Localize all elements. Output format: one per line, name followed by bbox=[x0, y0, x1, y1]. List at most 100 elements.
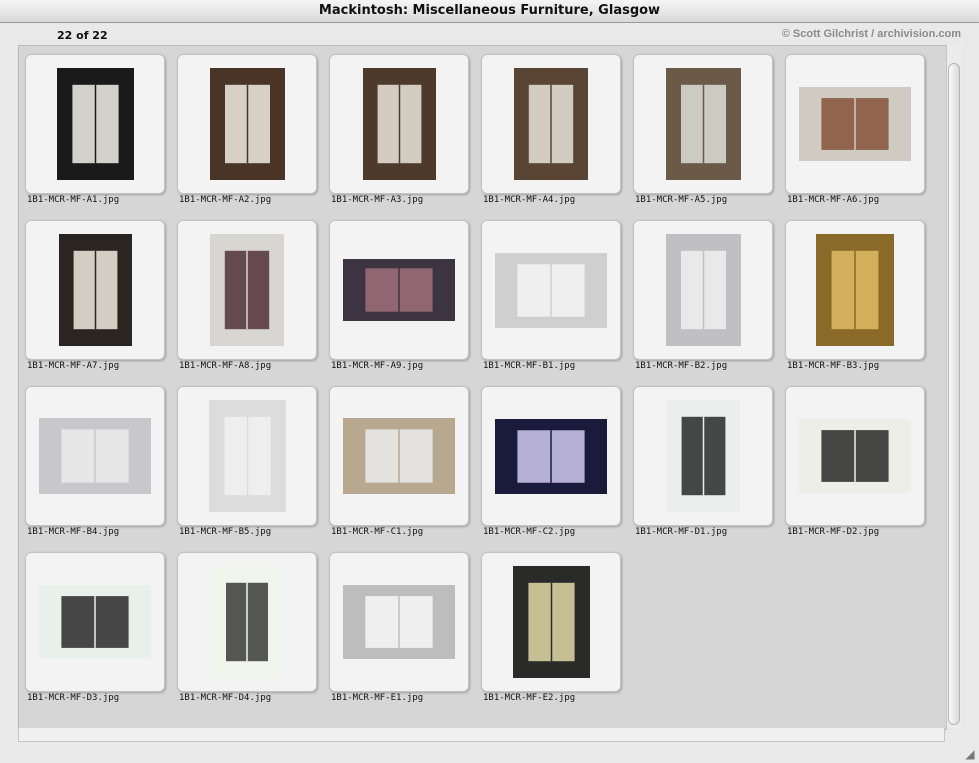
thumbnail-image[interactable] bbox=[39, 585, 151, 659]
thumbnail-filename[interactable]: 1B1-MCR-MF-B1.jpg bbox=[483, 361, 575, 371]
thumbnail-image[interactable] bbox=[495, 418, 607, 494]
thumbnail-image[interactable] bbox=[39, 418, 151, 494]
thumbnail-cell[interactable]: 1B1-MCR-MF-A1.jpg bbox=[19, 46, 165, 205]
thumbnail-cell[interactable]: 1B1-MCR-MF-B4.jpg bbox=[19, 378, 165, 537]
thumbnail-image[interactable] bbox=[212, 566, 282, 678]
thumbnail-image[interactable] bbox=[799, 419, 911, 493]
thumbnail-cell[interactable]: 1B1-MCR-MF-A3.jpg bbox=[323, 46, 469, 205]
thumbnail-image[interactable] bbox=[343, 259, 455, 321]
thumbnail-filename[interactable]: 1B1-MCR-MF-D3.jpg bbox=[27, 693, 119, 703]
thumbnail-cell[interactable]: 1B1-MCR-MF-B1.jpg bbox=[475, 212, 621, 371]
thumbnail-filename[interactable]: 1B1-MCR-MF-A7.jpg bbox=[27, 361, 119, 371]
thumbnail-cell[interactable]: 1B1-MCR-MF-B3.jpg bbox=[779, 212, 925, 371]
thumbnail-cell[interactable]: 1B1-MCR-MF-A4.jpg bbox=[475, 46, 621, 205]
thumbnail-filename[interactable]: 1B1-MCR-MF-B5.jpg bbox=[179, 527, 271, 537]
thumbnail-cell[interactable]: 1B1-MCR-MF-A8.jpg bbox=[171, 212, 317, 371]
thumbnail-image[interactable] bbox=[343, 585, 455, 659]
thumbnail-frame[interactable] bbox=[177, 54, 317, 194]
thumbnail-frame[interactable] bbox=[785, 220, 925, 360]
thumbnail-grid: 1B1-MCR-MF-A1.jpg 1B1-MCR-MF-A2.jpg 1B1-MC… bbox=[18, 45, 947, 730]
thumbnail-filename[interactable]: 1B1-MCR-MF-E2.jpg bbox=[483, 693, 575, 703]
thumbnail-frame[interactable] bbox=[177, 220, 317, 360]
thumbnail-frame[interactable] bbox=[785, 54, 925, 194]
thumbnail-image[interactable] bbox=[512, 566, 590, 678]
thumbnail-frame[interactable] bbox=[633, 386, 773, 526]
thumbnail-frame[interactable] bbox=[481, 386, 621, 526]
thumbnail-frame[interactable] bbox=[481, 552, 621, 692]
thumbnail-frame[interactable] bbox=[329, 386, 469, 526]
thumbnail-frame[interactable] bbox=[481, 220, 621, 360]
thumbnail-filename[interactable]: 1B1-MCR-MF-A5.jpg bbox=[635, 195, 727, 205]
thumbnail-cell[interactable]: 1B1-MCR-MF-A5.jpg bbox=[627, 46, 773, 205]
scrollbar-thumb[interactable] bbox=[948, 63, 960, 725]
thumbnail-frame[interactable] bbox=[785, 386, 925, 526]
thumbnail-cell[interactable]: 1B1-MCR-MF-A7.jpg bbox=[19, 212, 165, 371]
thumbnail-image[interactable] bbox=[665, 68, 741, 180]
thumbnail-image[interactable] bbox=[816, 234, 894, 346]
thumbnail-cell[interactable]: 1B1-MCR-MF-C1.jpg bbox=[323, 378, 469, 537]
thumbnail-cell[interactable]: 1B1-MCR-MF-D4.jpg bbox=[171, 544, 317, 703]
thumbnail-artwork bbox=[61, 429, 129, 483]
thumbnail-frame[interactable] bbox=[25, 386, 165, 526]
thumbnail-cell[interactable]: 1B1-MCR-MF-D2.jpg bbox=[779, 378, 925, 537]
toolbar: 22 of 22 © Scott Gilchrist / archivision… bbox=[0, 23, 979, 45]
thumbnail-frame[interactable] bbox=[329, 220, 469, 360]
thumbnail-cell[interactable]: 1B1-MCR-MF-A6.jpg bbox=[779, 46, 925, 205]
thumbnail-frame[interactable] bbox=[177, 386, 317, 526]
thumbnail-image[interactable] bbox=[799, 87, 911, 161]
thumbnail-image[interactable] bbox=[362, 68, 436, 180]
thumbnail-image[interactable] bbox=[343, 418, 455, 494]
thumbnail-image[interactable] bbox=[210, 234, 284, 346]
thumbnail-cell[interactable]: 1B1-MCR-MF-B5.jpg bbox=[171, 378, 317, 537]
thumbnail-image[interactable] bbox=[495, 252, 607, 328]
thumbnail-cell[interactable]: 1B1-MCR-MF-E1.jpg bbox=[323, 544, 469, 703]
thumbnail-image[interactable] bbox=[514, 68, 588, 180]
thumbnail-artwork bbox=[527, 582, 575, 662]
thumbnail-filename[interactable]: 1B1-MCR-MF-D2.jpg bbox=[787, 527, 879, 537]
vertical-scrollbar[interactable] bbox=[946, 45, 961, 728]
thumbnail-filename[interactable]: 1B1-MCR-MF-C2.jpg bbox=[483, 527, 575, 537]
thumbnail-image[interactable] bbox=[56, 68, 134, 180]
thumbnail-filename[interactable]: 1B1-MCR-MF-D1.jpg bbox=[635, 527, 727, 537]
horizontal-scrollbar[interactable] bbox=[18, 728, 945, 742]
thumbnail-frame[interactable] bbox=[25, 54, 165, 194]
thumbnail-image[interactable] bbox=[58, 234, 132, 346]
thumbnail-filename[interactable]: 1B1-MCR-MF-A8.jpg bbox=[179, 361, 271, 371]
thumbnail-frame[interactable] bbox=[329, 54, 469, 194]
thumbnail-cell[interactable]: 1B1-MCR-MF-A2.jpg bbox=[171, 46, 317, 205]
thumbnail-cell[interactable]: 1B1-MCR-MF-E2.jpg bbox=[475, 544, 621, 703]
thumbnail-frame[interactable] bbox=[177, 552, 317, 692]
resize-grip-icon[interactable]: ◢ bbox=[963, 747, 977, 761]
thumbnail-filename[interactable]: 1B1-MCR-MF-C1.jpg bbox=[331, 527, 423, 537]
thumbnail-image[interactable] bbox=[208, 400, 286, 512]
thumbnail-frame[interactable] bbox=[633, 220, 773, 360]
thumbnail-frame[interactable] bbox=[633, 54, 773, 194]
thumbnail-artwork bbox=[680, 250, 726, 330]
thumbnail-frame[interactable] bbox=[481, 54, 621, 194]
thumbnail-filename[interactable]: 1B1-MCR-MF-A1.jpg bbox=[27, 195, 119, 205]
thumbnail-cell[interactable]: 1B1-MCR-MF-C2.jpg bbox=[475, 378, 621, 537]
thumbnail-filename[interactable]: 1B1-MCR-MF-A9.jpg bbox=[331, 361, 423, 371]
thumbnail-cell[interactable]: 1B1-MCR-MF-B2.jpg bbox=[627, 212, 773, 371]
thumbnail-cell[interactable]: 1B1-MCR-MF-D1.jpg bbox=[627, 378, 773, 537]
thumbnail-filename[interactable]: 1B1-MCR-MF-A6.jpg bbox=[787, 195, 879, 205]
thumbnail-frame[interactable] bbox=[25, 552, 165, 692]
thumbnail-filename[interactable]: 1B1-MCR-MF-A3.jpg bbox=[331, 195, 423, 205]
thumbnail-image[interactable] bbox=[665, 234, 741, 346]
thumbnail-artwork bbox=[821, 430, 889, 482]
thumbnail-filename[interactable]: 1B1-MCR-MF-D4.jpg bbox=[179, 693, 271, 703]
thumbnail-cell[interactable]: 1B1-MCR-MF-A9.jpg bbox=[323, 212, 469, 371]
thumbnail-filename[interactable]: 1B1-MCR-MF-A4.jpg bbox=[483, 195, 575, 205]
thumbnail-frame[interactable] bbox=[25, 220, 165, 360]
thumbnail-filename[interactable]: 1B1-MCR-MF-B3.jpg bbox=[787, 361, 879, 371]
image-count: 22 of 22 bbox=[57, 29, 108, 42]
thumbnail-frame[interactable] bbox=[329, 552, 469, 692]
thumbnail-artwork bbox=[680, 84, 726, 164]
thumbnail-filename[interactable]: 1B1-MCR-MF-A2.jpg bbox=[179, 195, 271, 205]
thumbnail-image[interactable] bbox=[666, 400, 740, 512]
thumbnail-filename[interactable]: 1B1-MCR-MF-B2.jpg bbox=[635, 361, 727, 371]
thumbnail-cell[interactable]: 1B1-MCR-MF-D3.jpg bbox=[19, 544, 165, 703]
thumbnail-filename[interactable]: 1B1-MCR-MF-E1.jpg bbox=[331, 693, 423, 703]
thumbnail-filename[interactable]: 1B1-MCR-MF-B4.jpg bbox=[27, 527, 119, 537]
thumbnail-image[interactable] bbox=[209, 68, 285, 180]
